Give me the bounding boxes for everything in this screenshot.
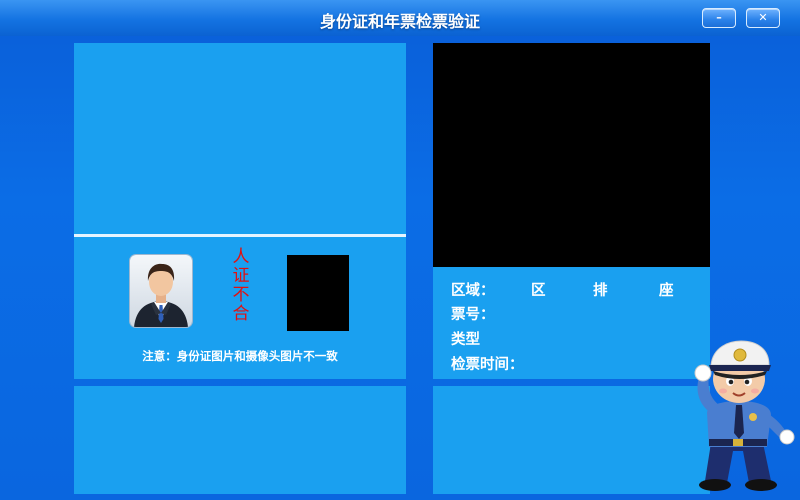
- ticket-number-label: 票号：: [451, 307, 495, 323]
- minimize-button[interactable]: –: [702, 8, 736, 28]
- zone-label: 区域：: [451, 283, 495, 299]
- result-char: 证: [232, 266, 250, 286]
- camera-snapshot: [287, 255, 349, 331]
- businessman-avatar-icon: [130, 255, 192, 327]
- zone-area-label: 区: [531, 283, 546, 299]
- mismatch-notice: 注意：身份证图片和摄像头图片不一致: [142, 349, 338, 363]
- police-officer-salute-icon: [683, 335, 795, 495]
- result-char: 不: [232, 285, 250, 305]
- title-bar: 身份证和年票检票验证 – ✕: [0, 0, 800, 36]
- right-bottom-panel: [433, 386, 710, 494]
- zone-seat-label: 座: [659, 283, 674, 299]
- left-bottom-panel: [74, 386, 406, 494]
- close-button[interactable]: ✕: [746, 8, 780, 28]
- check-time-label: 检票时间：: [451, 357, 524, 373]
- result-char: 合: [232, 304, 250, 324]
- verification-result-text: 人 证 不 合: [232, 248, 250, 324]
- camera-video-feed: [433, 43, 710, 267]
- window-title: 身份证和年票检票验证: [319, 12, 480, 31]
- result-char: 人: [232, 247, 250, 267]
- ticket-type-label: 类型: [451, 332, 480, 348]
- id-card-info-panel: [74, 43, 406, 235]
- zone-row-label: 排: [593, 283, 608, 299]
